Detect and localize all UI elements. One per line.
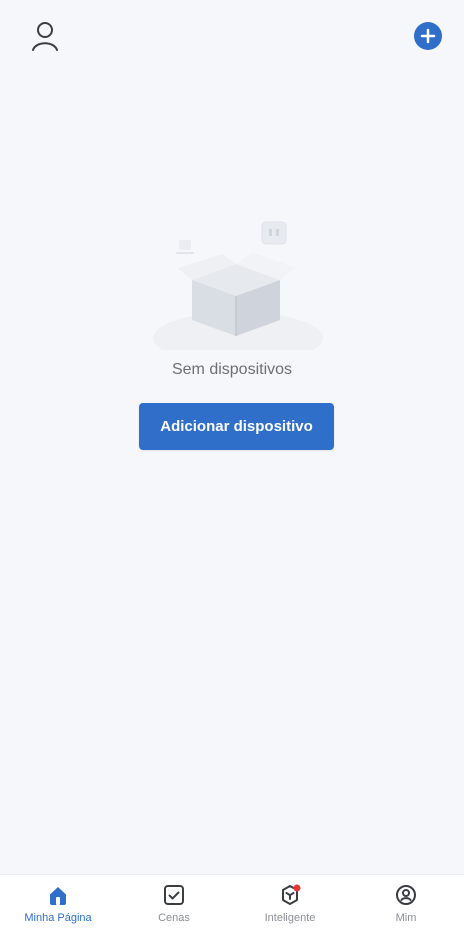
app-screen: Sem dispositivos Adicionar dispositivo M… [0,0,464,931]
empty-state-message: Sem dispositivos [171,361,293,378]
add-device-plus-button[interactable] [414,22,442,50]
profile-circle-icon [396,885,416,905]
home-indicator [160,918,304,923]
empty-state: Sem dispositivos Adicionar dispositivo [0,200,464,460]
nav-label-mim: Mim [395,912,417,924]
notification-badge [293,884,301,892]
add-device-button[interactable]: Adicionar dispositivo [139,403,334,450]
top-bar [0,0,464,72]
nav-item-mim[interactable]: Mim [348,875,464,931]
empty-box-illustration [153,221,323,350]
nav-label-minha-pagina: Minha Página [24,912,92,924]
home-icon [50,887,66,905]
user-profile-icon[interactable] [30,20,60,52]
nav-item-minha-pagina[interactable]: Minha Página [0,875,116,931]
plus-circle-icon [420,28,436,44]
checkbox-icon [164,885,184,905]
smart-cube-icon [282,884,301,905]
